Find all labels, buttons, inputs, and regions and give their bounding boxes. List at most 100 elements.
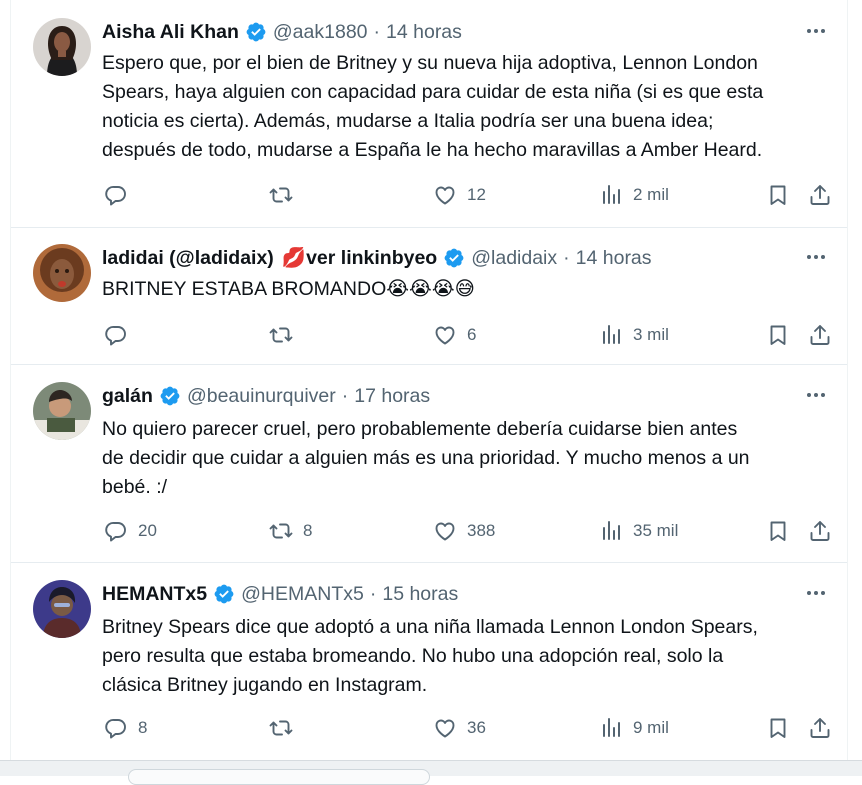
more-icon[interactable]	[801, 242, 831, 272]
tweet-text-line: BRITNEY ESTABA BROMANDO😭😭😭😅	[102, 278, 475, 300]
avatar[interactable]	[33, 244, 91, 302]
like-button[interactable]: 36	[433, 713, 486, 743]
tweet-text: Britney Spears dice que adoptó a una niñ…	[102, 613, 837, 700]
tweet[interactable]: HEMANTx5 @HEMANTx5 · 15 horas Britney Sp…	[11, 563, 847, 760]
bookmark-icon	[766, 519, 790, 543]
tweet-header: Aisha Ali Khan @aak1880 · 14 horas	[102, 18, 835, 46]
retweet-count: 8	[303, 521, 313, 540]
display-name-suffix[interactable]: ver linkinbyeo	[306, 247, 437, 270]
retweet-button[interactable]: 8	[269, 516, 312, 546]
reply-button[interactable]: 8	[104, 713, 147, 743]
tweet-text-line: clásica Britney jugando en Instagram.	[102, 674, 428, 696]
verified-badge-icon	[443, 247, 465, 269]
bookmark-icon	[766, 183, 790, 207]
tweet-header: HEMANTx5 @HEMANTx5 · 15 horas	[102, 580, 835, 608]
more-icon[interactable]	[801, 380, 831, 410]
views-icon	[599, 716, 623, 740]
avatar[interactable]	[33, 580, 91, 638]
user-handle[interactable]: @HEMANTx5	[241, 583, 364, 606]
retweet-button[interactable]	[269, 713, 303, 743]
more-icon[interactable]	[801, 578, 831, 608]
bookmark-button[interactable]	[766, 516, 790, 546]
retweet-button[interactable]	[269, 180, 303, 210]
timestamp[interactable]: 17 horas	[354, 385, 430, 408]
bookmark-button[interactable]	[766, 180, 790, 210]
verified-badge-icon	[245, 21, 267, 43]
like-button[interactable]: 6	[433, 320, 476, 350]
bottom-input-pill[interactable]	[128, 769, 430, 785]
tweet-text-line: Britney Spears dice que adoptó a una niñ…	[102, 616, 758, 638]
share-icon	[808, 323, 832, 347]
separator: ·	[563, 246, 570, 269]
tweet-text-line: de decidir que cuidar a alguien más es u…	[102, 447, 750, 469]
views-button[interactable]: 2 mil	[599, 180, 669, 210]
timestamp[interactable]: 14 horas	[386, 21, 462, 44]
tweet-header: ladidai (@ladidaix) 💋 ver linkinbyeo @la…	[102, 244, 835, 272]
share-button[interactable]	[808, 713, 832, 743]
views-button[interactable]: 35 mil	[599, 516, 678, 546]
bookmark-button[interactable]	[766, 320, 790, 350]
reply-button[interactable]	[104, 320, 138, 350]
bookmark-icon	[766, 716, 790, 740]
tweet-actions: 12 2 mil	[102, 180, 837, 210]
name-emoji: 💋	[281, 247, 307, 269]
reply-count: 8	[138, 718, 148, 737]
views-icon	[599, 183, 623, 207]
views-count: 3 mil	[633, 325, 669, 344]
bookmark-button[interactable]	[766, 713, 790, 743]
like-count: 12	[467, 185, 486, 204]
like-button[interactable]: 388	[433, 516, 495, 546]
tweet-text-line: pero resulta que estaba bromeando. No hu…	[102, 645, 724, 667]
display-name[interactable]: ladidai (@ladidaix)	[102, 247, 274, 270]
tweet[interactable]: galán @beauinurquiver · 17 horas No quie…	[11, 365, 847, 563]
views-count: 35 mil	[633, 521, 679, 540]
separator: ·	[341, 384, 349, 407]
tweet-text-line: noticia es cierta). Además, mudarse a It…	[102, 110, 714, 132]
views-button[interactable]: 9 mil	[599, 713, 669, 743]
views-count: 9 mil	[633, 718, 669, 737]
share-icon	[808, 519, 832, 543]
views-count: 2 mil	[633, 185, 669, 204]
display-name[interactable]: HEMANTx5	[102, 583, 207, 606]
timestamp[interactable]: 15 horas	[382, 583, 458, 606]
share-icon	[808, 716, 832, 740]
views-icon	[599, 519, 623, 543]
reply-icon	[104, 716, 128, 740]
display-name[interactable]: galán	[102, 385, 153, 408]
display-name[interactable]: Aisha Ali Khan	[102, 21, 239, 44]
reply-icon	[104, 519, 128, 543]
like-icon	[433, 716, 457, 740]
retweet-icon	[269, 183, 293, 207]
tweet-text-line: Spears, haya alguien con capacidad para …	[102, 81, 764, 103]
tweet[interactable]: Aisha Ali Khan @aak1880 · 14 horas Esper…	[11, 0, 847, 228]
views-button[interactable]: 3 mil	[599, 320, 669, 350]
verified-badge-icon	[159, 385, 181, 407]
tweet-actions: 6 3 mil	[102, 320, 837, 350]
retweet-button[interactable]	[269, 320, 303, 350]
share-button[interactable]	[808, 320, 832, 350]
retweet-icon	[269, 323, 293, 347]
tweet-text-line: bebé. :/	[102, 476, 168, 498]
like-count: 6	[467, 325, 477, 344]
reply-icon	[104, 323, 128, 347]
like-icon	[433, 519, 457, 543]
reply-button[interactable]: 20	[104, 516, 157, 546]
like-count: 36	[467, 718, 486, 737]
like-count: 388	[467, 521, 496, 540]
avatar[interactable]	[33, 18, 91, 76]
user-handle[interactable]: @beauinurquiver	[187, 385, 336, 408]
like-button[interactable]: 12	[433, 180, 486, 210]
more-icon[interactable]	[801, 16, 831, 46]
share-button[interactable]	[808, 180, 832, 210]
reply-button[interactable]	[104, 180, 138, 210]
user-handle[interactable]: @aak1880	[273, 21, 368, 44]
like-icon	[433, 323, 457, 347]
user-handle[interactable]: @ladidaix	[471, 247, 557, 270]
tweet-text-line: después de todo, mudarse a España le ha …	[102, 139, 763, 161]
timestamp[interactable]: 14 horas	[576, 247, 652, 270]
share-button[interactable]	[808, 516, 832, 546]
reply-icon	[104, 183, 128, 207]
tweet[interactable]: ladidai (@ladidaix) 💋 ver linkinbyeo @la…	[11, 228, 847, 365]
tweet-actions: 8 36 9 mil	[102, 713, 837, 743]
avatar[interactable]	[33, 382, 91, 440]
